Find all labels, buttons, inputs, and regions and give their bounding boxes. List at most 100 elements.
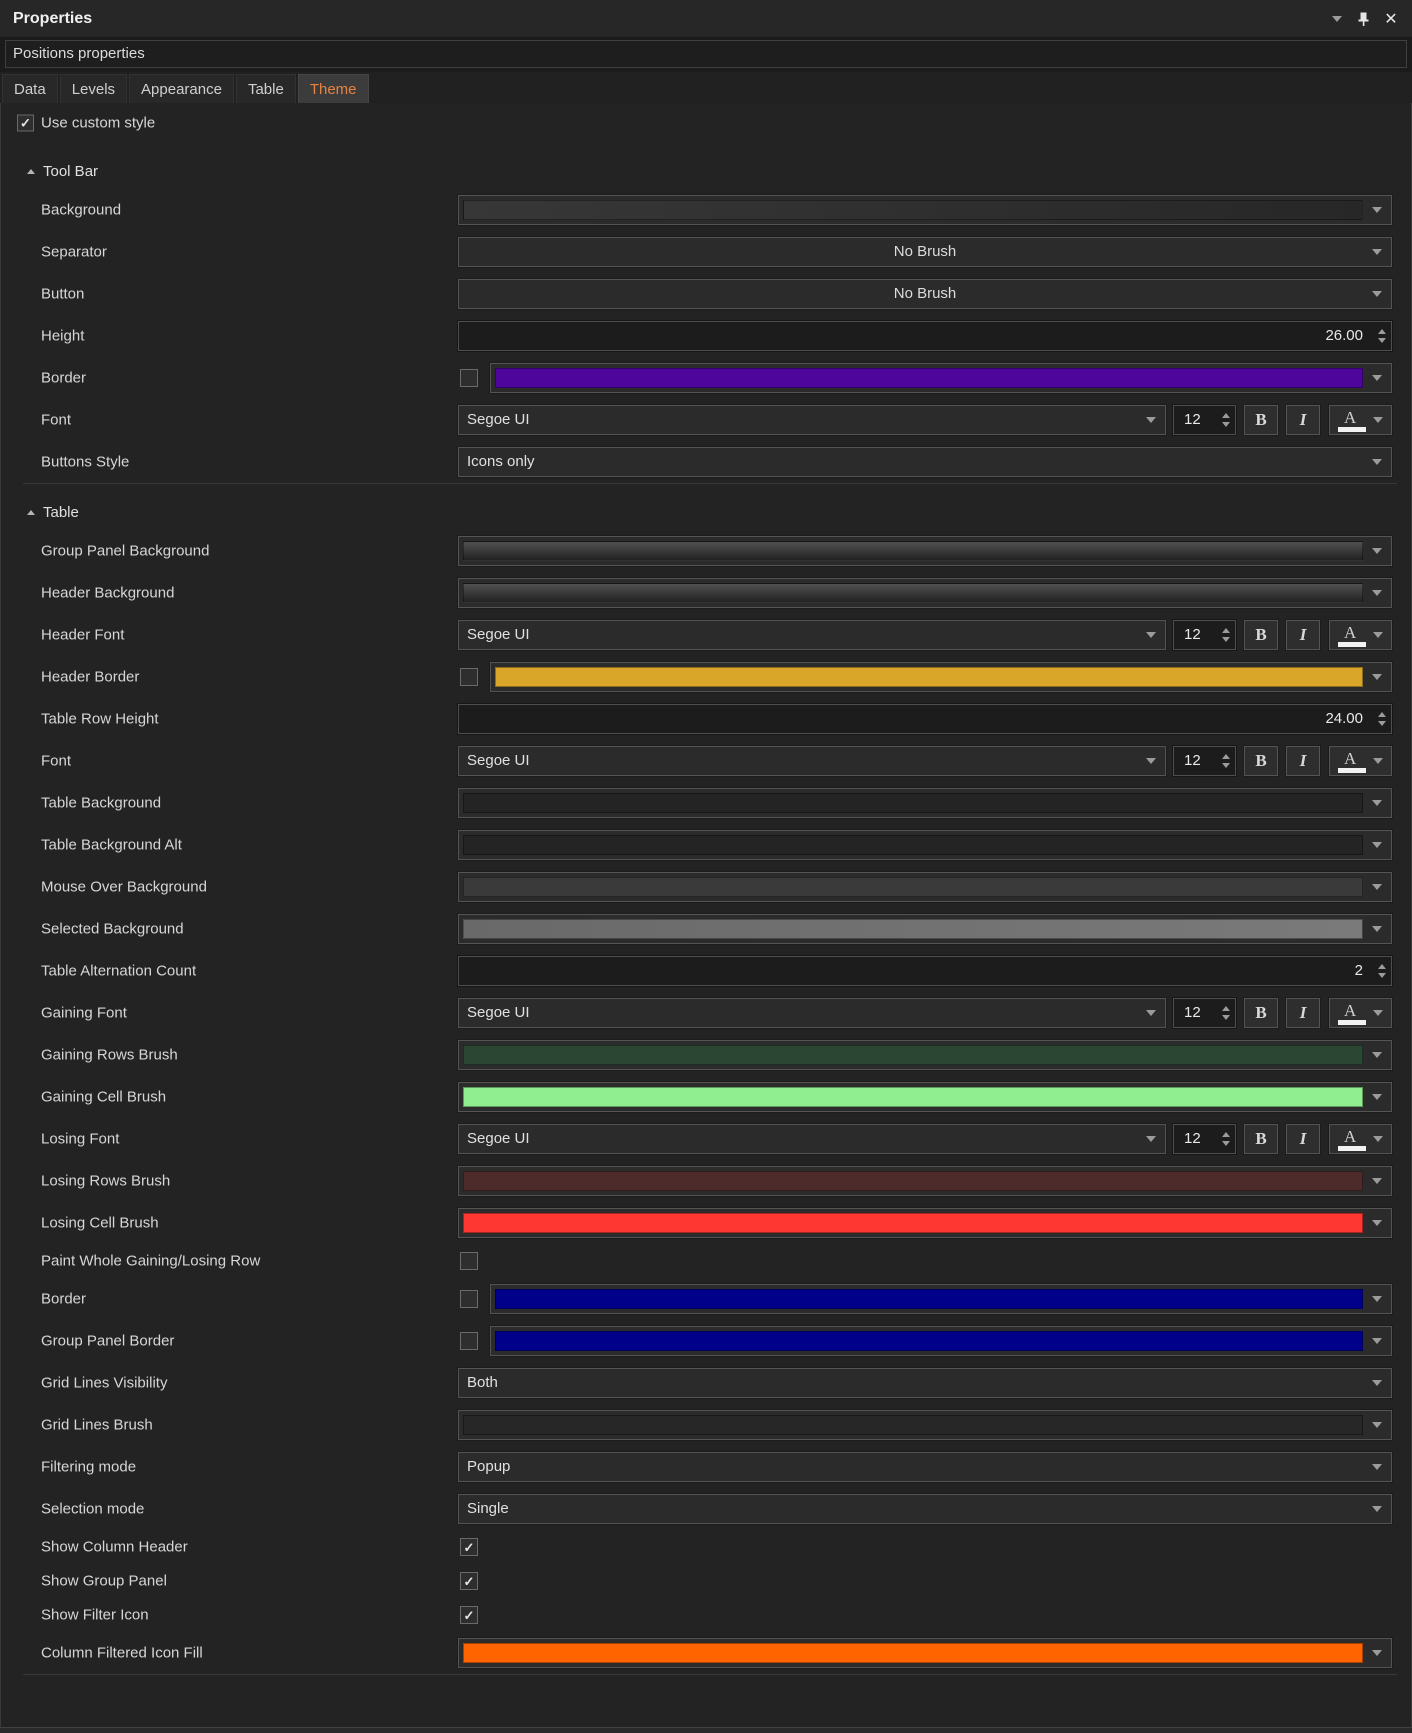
button-brush-dropdown[interactable]: No Brush bbox=[458, 279, 1392, 309]
row-table-header-background: Header Background bbox=[1, 572, 1411, 614]
font-size-spinner[interactable]: 12 bbox=[1173, 746, 1236, 776]
table-background-brush-dropdown[interactable] bbox=[458, 788, 1392, 818]
spinner[interactable] bbox=[1222, 628, 1230, 642]
header-border-enable-checkbox[interactable] bbox=[460, 668, 478, 686]
tab-table[interactable]: Table bbox=[236, 74, 296, 103]
tab-theme[interactable]: Theme bbox=[298, 74, 369, 103]
spinner[interactable] bbox=[1378, 964, 1386, 978]
dropdown-arrow-icon bbox=[1372, 1506, 1382, 1512]
show-group-panel-checkbox[interactable]: ✓ bbox=[460, 1572, 478, 1590]
border-enable-checkbox[interactable] bbox=[460, 1290, 478, 1308]
font-color-button[interactable]: A bbox=[1329, 1124, 1392, 1154]
table-alternation-count-number-input[interactable]: 2 bbox=[458, 956, 1392, 986]
row-label: Font bbox=[41, 412, 71, 429]
border-brush-dropdown[interactable] bbox=[490, 1284, 1392, 1314]
column-filtered-icon-fill-brush-dropdown[interactable] bbox=[458, 1638, 1392, 1668]
dropdown-arrow-icon bbox=[1373, 1010, 1383, 1016]
buttons-style-dropdown[interactable]: Icons only bbox=[458, 447, 1392, 477]
tab-appearance[interactable]: Appearance bbox=[129, 74, 234, 103]
section-header-tool-bar[interactable]: Tool Bar bbox=[1, 143, 1411, 189]
font-family-value: Segoe UI bbox=[467, 1125, 530, 1153]
height-number-input[interactable]: 26.00 bbox=[458, 321, 1392, 351]
dropdown-arrow-icon bbox=[1372, 1220, 1382, 1226]
losing-cell-brush-brush-dropdown[interactable] bbox=[458, 1208, 1392, 1238]
grid-lines-visibility-dropdown[interactable]: Both bbox=[458, 1368, 1392, 1398]
dropdown-arrow-icon bbox=[1372, 1094, 1382, 1100]
header-border-brush-dropdown[interactable] bbox=[490, 662, 1392, 692]
italic-button[interactable]: I bbox=[1286, 405, 1320, 435]
mouse-over-background-brush-dropdown[interactable] bbox=[458, 872, 1392, 902]
header-background-brush-dropdown[interactable] bbox=[458, 578, 1392, 608]
bold-button[interactable]: B bbox=[1244, 746, 1278, 776]
use-custom-style-checkbox[interactable]: ✓ bbox=[17, 115, 34, 132]
row-table-header-border: Header Border bbox=[1, 656, 1411, 698]
pin-icon[interactable] bbox=[1352, 0, 1374, 38]
font-color-button[interactable]: A bbox=[1329, 746, 1392, 776]
tab-data[interactable]: Data bbox=[2, 74, 58, 103]
group-panel-border-brush-dropdown[interactable] bbox=[490, 1326, 1392, 1356]
background-brush-dropdown[interactable] bbox=[458, 195, 1392, 225]
italic-button[interactable]: I bbox=[1286, 998, 1320, 1028]
font-size-spinner[interactable]: 12 bbox=[1173, 998, 1236, 1028]
panel-bottom-strip bbox=[0, 1728, 1412, 1733]
bold-button[interactable]: B bbox=[1244, 405, 1278, 435]
row-label: Show Filter Icon bbox=[41, 1607, 149, 1624]
window-menu-caret-icon[interactable] bbox=[1326, 0, 1348, 38]
font-family-dropdown[interactable]: Segoe UI bbox=[458, 746, 1166, 776]
border-brush-dropdown[interactable] bbox=[490, 363, 1392, 393]
font-family-dropdown[interactable]: Segoe UI bbox=[458, 405, 1166, 435]
gaining-rows-brush-brush-dropdown[interactable] bbox=[458, 1040, 1392, 1070]
row-tool-bar-height: Height26.00 bbox=[1, 315, 1411, 357]
font-color-button[interactable]: A bbox=[1329, 405, 1392, 435]
group-panel-border-enable-checkbox[interactable] bbox=[460, 1332, 478, 1350]
row-table-show-filter-icon: Show Filter Icon ✓ bbox=[1, 1598, 1411, 1632]
italic-button[interactable]: I bbox=[1286, 620, 1320, 650]
bold-button[interactable]: B bbox=[1244, 620, 1278, 650]
spinner[interactable] bbox=[1378, 329, 1386, 343]
selection-mode-dropdown[interactable]: Single bbox=[458, 1494, 1392, 1524]
font-size-spinner[interactable]: 12 bbox=[1173, 620, 1236, 650]
close-icon[interactable]: ✕ bbox=[1380, 0, 1402, 38]
color-swatch bbox=[463, 835, 1363, 855]
font-family-value: Segoe UI bbox=[467, 621, 530, 649]
filtering-mode-dropdown[interactable]: Popup bbox=[458, 1452, 1392, 1482]
spinner[interactable] bbox=[1378, 712, 1386, 726]
font-color-button[interactable]: A bbox=[1329, 620, 1392, 650]
section-header-table[interactable]: Table bbox=[1, 484, 1411, 530]
dropdown-arrow-icon bbox=[1372, 926, 1382, 932]
grid-lines-brush-brush-dropdown[interactable] bbox=[458, 1410, 1392, 1440]
italic-button[interactable]: I bbox=[1286, 1124, 1320, 1154]
table-row-height-number-input[interactable]: 24.00 bbox=[458, 704, 1392, 734]
bold-button[interactable]: B bbox=[1244, 1124, 1278, 1154]
font-size-spinner[interactable]: 12 bbox=[1173, 1124, 1236, 1154]
gaining-cell-brush-brush-dropdown[interactable] bbox=[458, 1082, 1392, 1112]
bold-button[interactable]: B bbox=[1244, 998, 1278, 1028]
dropdown-arrow-icon bbox=[1372, 800, 1382, 806]
color-swatch bbox=[463, 919, 1363, 939]
losing-rows-brush-brush-dropdown[interactable] bbox=[458, 1166, 1392, 1196]
row-label: Gaining Font bbox=[41, 1005, 127, 1022]
font-family-dropdown[interactable]: Segoe UI bbox=[458, 1124, 1166, 1154]
spinner[interactable] bbox=[1222, 1132, 1230, 1146]
spinner-down-icon bbox=[1378, 721, 1386, 726]
font-family-dropdown[interactable]: Segoe UI bbox=[458, 620, 1166, 650]
spinner[interactable] bbox=[1222, 413, 1230, 427]
spinner[interactable] bbox=[1222, 1006, 1230, 1020]
row-table-table-row-height: Table Row Height24.00 bbox=[1, 698, 1411, 740]
font-size-value: 12 bbox=[1184, 621, 1201, 649]
tab-levels[interactable]: Levels bbox=[60, 74, 127, 103]
table-background-alt-brush-dropdown[interactable] bbox=[458, 830, 1392, 860]
paint-whole-gaining-losing-row-checkbox[interactable] bbox=[460, 1252, 478, 1270]
show-filter-icon-checkbox[interactable]: ✓ bbox=[460, 1606, 478, 1624]
border-enable-checkbox[interactable] bbox=[460, 369, 478, 387]
font-color-button[interactable]: A bbox=[1329, 998, 1392, 1028]
font-family-dropdown[interactable]: Segoe UI bbox=[458, 998, 1166, 1028]
font-size-spinner[interactable]: 12 bbox=[1173, 405, 1236, 435]
selected-background-brush-dropdown[interactable] bbox=[458, 914, 1392, 944]
dropdown-arrow-icon bbox=[1146, 1010, 1156, 1016]
group-panel-background-brush-dropdown[interactable] bbox=[458, 536, 1392, 566]
separator-brush-dropdown[interactable]: No Brush bbox=[458, 237, 1392, 267]
spinner[interactable] bbox=[1222, 754, 1230, 768]
italic-button[interactable]: I bbox=[1286, 746, 1320, 776]
show-column-header-checkbox[interactable]: ✓ bbox=[460, 1538, 478, 1556]
